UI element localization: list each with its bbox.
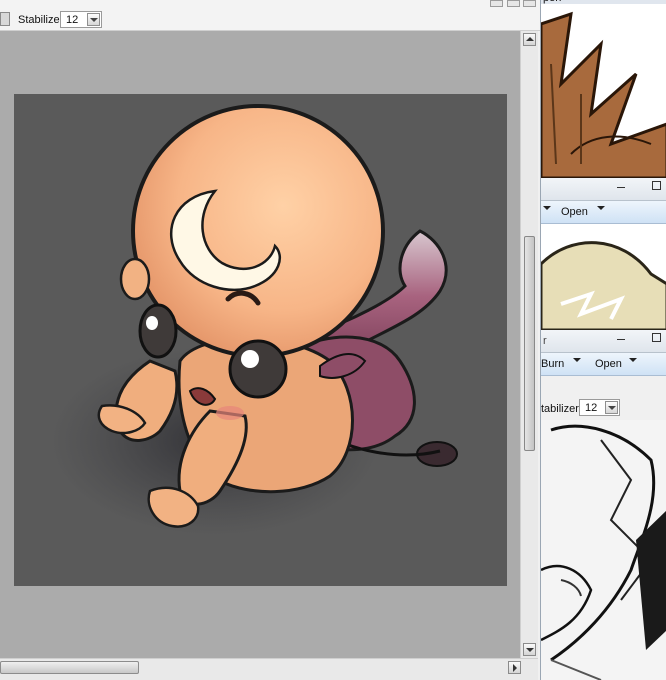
- hair-artwork: [541, 4, 666, 178]
- window-panel-3[interactable]: r Burn Open tabilizer 12: [541, 330, 666, 680]
- panel2-titlebar: [541, 178, 666, 201]
- panel3-stabilizer-label: tabilizer: [541, 403, 579, 415]
- window-panel-1[interactable]: pen: [541, 0, 666, 178]
- window-button[interactable]: [523, 0, 536, 7]
- panel2-menubar: Open: [541, 201, 666, 224]
- burn-menu[interactable]: Burn: [541, 358, 564, 370]
- stabilizer-value: 12: [66, 14, 79, 26]
- window-panel-2[interactable]: Open: [541, 178, 666, 330]
- scroll-down-icon[interactable]: [523, 643, 536, 656]
- panel3-stabilizer-value: 12: [585, 402, 598, 414]
- panel3-stabilizer-select[interactable]: 12: [579, 399, 620, 416]
- main-canvas-window: Stabilizer 12: [0, 0, 540, 680]
- scroll-right-icon[interactable]: [508, 661, 521, 674]
- panel3-menubar: Burn Open: [541, 353, 666, 376]
- sketch-artwork: [541, 420, 666, 680]
- ear: [119, 257, 151, 301]
- minimize-icon[interactable]: [617, 339, 625, 340]
- maximize-icon[interactable]: [652, 181, 661, 190]
- window-button[interactable]: [490, 0, 503, 7]
- dropdown-arrow-icon[interactable]: [597, 206, 605, 210]
- dropdown-arrow-icon[interactable]: [605, 401, 618, 414]
- tool-options-bar: Stabilizer 12: [0, 0, 540, 31]
- blonde-hair-artwork: [541, 224, 666, 330]
- horizontal-scrollbar[interactable]: [0, 658, 538, 680]
- dropdown-arrow-icon[interactable]: [629, 358, 637, 362]
- dropdown-arrow-icon[interactable]: [87, 13, 100, 26]
- open-menu[interactable]: Open: [561, 206, 588, 218]
- tool-icon[interactable]: [0, 12, 10, 26]
- vertical-scroll-thumb[interactable]: [524, 236, 535, 451]
- stacked-windows-pane: pen Open r: [540, 0, 666, 680]
- dropdown-arrow-icon[interactable]: [573, 358, 581, 362]
- left-eye: [138, 303, 178, 359]
- maximize-icon[interactable]: [652, 333, 661, 342]
- vertical-scrollbar[interactable]: [520, 31, 538, 658]
- open-menu[interactable]: Open: [595, 358, 622, 370]
- horizontal-scroll-thumb[interactable]: [0, 661, 139, 674]
- dropdown-arrow-icon[interactable]: [543, 206, 551, 210]
- panel3-toolbar: tabilizer 12: [541, 376, 666, 421]
- right-eye: [228, 339, 288, 399]
- stabilizer-select[interactable]: 12: [60, 11, 102, 28]
- minimize-icon[interactable]: [617, 187, 625, 188]
- panel3-titlebar: r: [541, 330, 666, 353]
- canvas-viewport[interactable]: [0, 31, 520, 658]
- stabilizer-label: Stabilizer: [18, 14, 64, 26]
- artwork-canvas[interactable]: [0, 31, 520, 658]
- scroll-up-icon[interactable]: [523, 33, 536, 46]
- window-button[interactable]: [507, 0, 520, 7]
